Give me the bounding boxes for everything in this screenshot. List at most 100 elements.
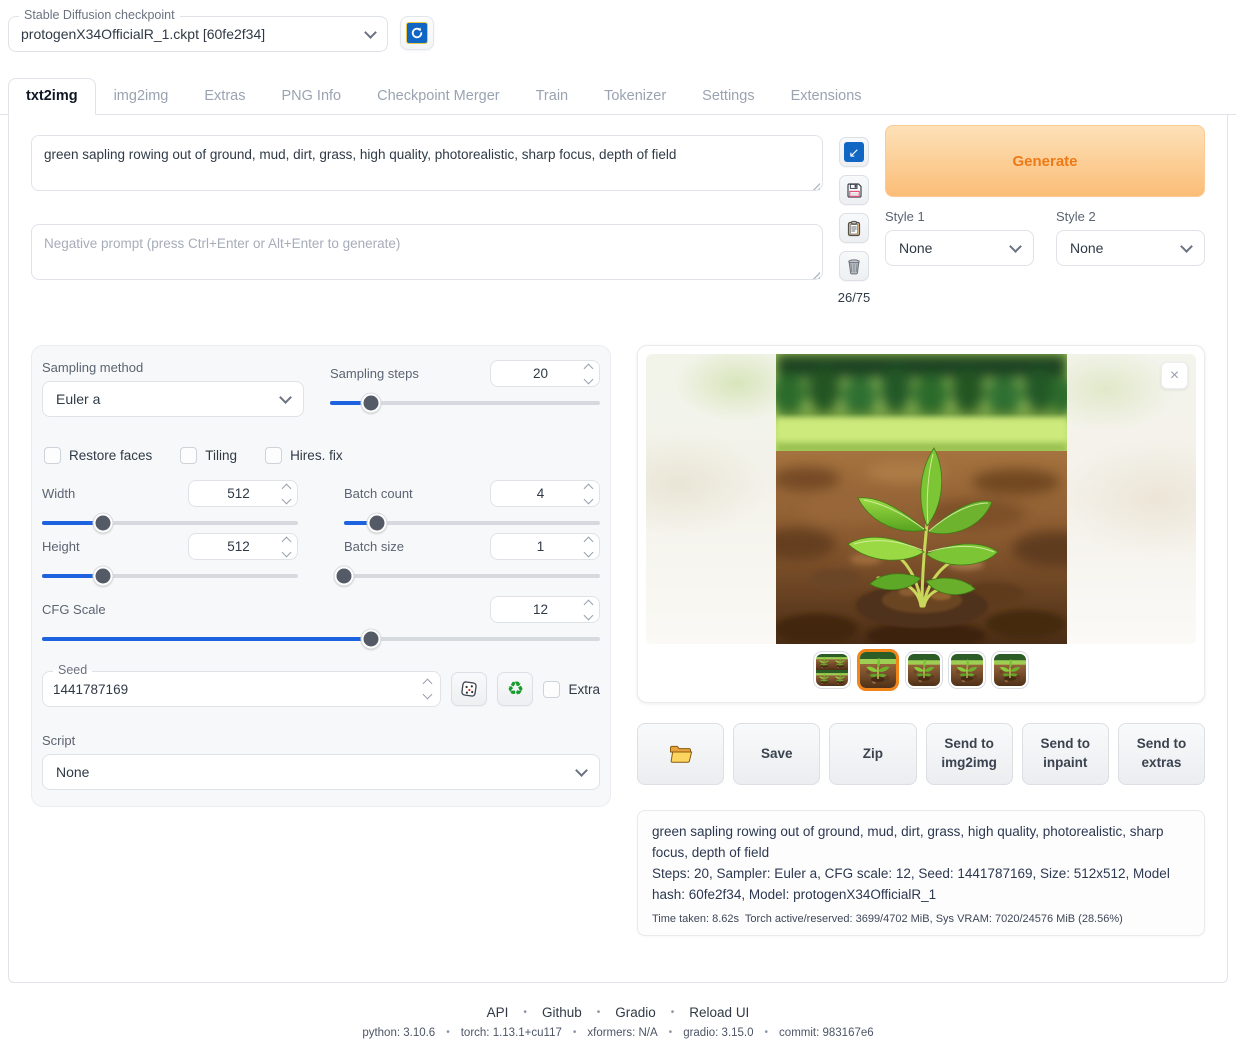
slider-thumb[interactable] [362, 630, 381, 649]
sampling-method-dropdown[interactable]: Euler a [42, 381, 304, 417]
chevron-down-icon [1180, 240, 1193, 253]
slider-thumb[interactable] [335, 567, 354, 586]
tab-train[interactable]: Train [518, 78, 587, 114]
stepper-icon[interactable] [582, 365, 595, 383]
style1-value: None [899, 240, 932, 256]
save-button[interactable]: Save [733, 723, 820, 785]
sampling-method-label: Sampling method [42, 360, 304, 375]
width-label: Width [42, 486, 75, 501]
batch-count-number[interactable] [490, 480, 600, 507]
close-gallery-button[interactable]: × [1161, 362, 1188, 389]
txt2img-panel: green sapling rowing out of ground, mud,… [8, 115, 1228, 983]
bullet-separator: • [597, 1007, 601, 1018]
cfg-scale-number[interactable] [490, 596, 600, 623]
negative-prompt-input[interactable] [31, 224, 823, 280]
open-folder-button[interactable] [637, 723, 724, 785]
tab-tokenizer[interactable]: Tokenizer [586, 78, 684, 114]
checkpoint-dropdown[interactable]: Stable Diffusion checkpoint protogenX34O… [8, 16, 388, 52]
restore-faces-checkbox[interactable]: Restore faces [44, 447, 152, 464]
slider-thumb[interactable] [94, 567, 113, 586]
script-value: None [56, 764, 89, 780]
sampling-steps-number[interactable] [490, 360, 600, 387]
thumbnail[interactable] [992, 652, 1028, 688]
checkbox-icon [265, 447, 282, 464]
send-to-inpaint-button[interactable]: Send to inpaint [1022, 723, 1109, 785]
height-number[interactable] [188, 533, 298, 560]
sampling-steps-input[interactable] [499, 366, 582, 381]
paste-params-button[interactable]: ↙ [839, 137, 869, 167]
reuse-seed-button[interactable]: ♻ [497, 672, 533, 706]
stepper-icon[interactable] [280, 538, 293, 556]
footer-link-gradio[interactable]: Gradio [615, 1005, 656, 1020]
thumbnail[interactable] [949, 652, 985, 688]
stepper-icon[interactable] [582, 601, 595, 619]
clear-prompt-button[interactable] [839, 251, 869, 281]
tab-extensions[interactable]: Extensions [773, 78, 880, 114]
tab-png-info[interactable]: PNG Info [263, 78, 359, 114]
batch-size-slider[interactable] [344, 574, 600, 578]
save-style-button[interactable] [839, 175, 869, 205]
thumbnail-grid[interactable] [814, 652, 850, 688]
tab-checkpoint-merger[interactable]: Checkpoint Merger [359, 78, 518, 114]
stepper-icon[interactable] [582, 538, 595, 556]
apply-style-button[interactable] [839, 213, 869, 243]
stepper-icon[interactable] [280, 485, 293, 503]
zip-button[interactable]: Zip [829, 723, 916, 785]
random-seed-button[interactable] [451, 672, 487, 706]
width-number[interactable] [188, 480, 298, 507]
batch-count-slider[interactable] [344, 521, 600, 525]
version-commit: commit: 983167e6 [779, 1027, 874, 1039]
tab-txt2img[interactable]: txt2img [8, 78, 96, 115]
send-to-extras-button[interactable]: Send to extras [1118, 723, 1205, 785]
seed-input[interactable] [53, 682, 421, 697]
chevron-down-icon [279, 391, 292, 404]
batch-count-input[interactable] [499, 486, 582, 501]
footer-link-github[interactable]: Github [542, 1005, 582, 1020]
tab-extras[interactable]: Extras [186, 78, 263, 114]
send-to-img2img-button[interactable]: Send to img2img [926, 723, 1013, 785]
seed-label: Seed [53, 663, 92, 677]
width-slider[interactable] [42, 521, 298, 525]
token-counter: 26/75 [838, 290, 871, 305]
footer-versions: python: 3.10.6 • torch: 1.13.1+cu117 • x… [0, 1027, 1236, 1039]
height-slider[interactable] [42, 574, 298, 578]
generation-params-panel: Sampling method Euler a Sampling steps [31, 345, 611, 807]
batch-size-label: Batch size [344, 539, 404, 554]
stepper-icon[interactable] [582, 485, 595, 503]
tiling-checkbox[interactable]: Tiling [180, 447, 237, 464]
style2-label: Style 2 [1056, 209, 1205, 224]
tab-settings[interactable]: Settings [684, 78, 772, 114]
style2-dropdown[interactable]: None [1056, 230, 1205, 266]
script-label: Script [42, 733, 600, 748]
width-input[interactable] [197, 486, 280, 501]
style1-dropdown[interactable]: None [885, 230, 1034, 266]
batch-size-number[interactable] [490, 533, 600, 560]
slider-thumb[interactable] [368, 514, 387, 533]
hires-fix-checkbox[interactable]: Hires. fix [265, 447, 343, 464]
footer-link-api[interactable]: API [487, 1005, 509, 1020]
tab-img2img[interactable]: img2img [96, 78, 187, 114]
thumbnail[interactable] [906, 652, 942, 688]
generate-button[interactable]: Generate [885, 125, 1205, 197]
extra-seed-checkbox[interactable]: Extra [543, 681, 600, 698]
sampling-steps-slider[interactable] [330, 401, 600, 405]
footer-link-reload-ui[interactable]: Reload UI [689, 1005, 749, 1020]
generated-image[interactable] [776, 354, 1067, 644]
stepper-icon[interactable] [421, 680, 434, 698]
cfg-scale-slider[interactable] [42, 637, 600, 641]
recycle-icon: ♻ [507, 678, 524, 701]
refresh-icon [406, 22, 428, 44]
seed-field[interactable]: Seed [42, 671, 441, 707]
batch-size-input[interactable] [499, 539, 582, 554]
cfg-scale-input[interactable] [499, 602, 582, 617]
version-python: python: 3.10.6 [362, 1027, 435, 1039]
bullet-separator: • [671, 1007, 675, 1018]
refresh-checkpoints-button[interactable] [400, 16, 434, 50]
slider-thumb[interactable] [94, 514, 113, 533]
slider-thumb[interactable] [361, 394, 380, 413]
arrow-down-left-icon: ↙ [844, 142, 864, 162]
height-input[interactable] [197, 539, 280, 554]
thumbnail-selected[interactable] [857, 649, 899, 691]
script-dropdown[interactable]: None [42, 754, 600, 790]
prompt-input[interactable]: green sapling rowing out of ground, mud,… [31, 135, 823, 191]
